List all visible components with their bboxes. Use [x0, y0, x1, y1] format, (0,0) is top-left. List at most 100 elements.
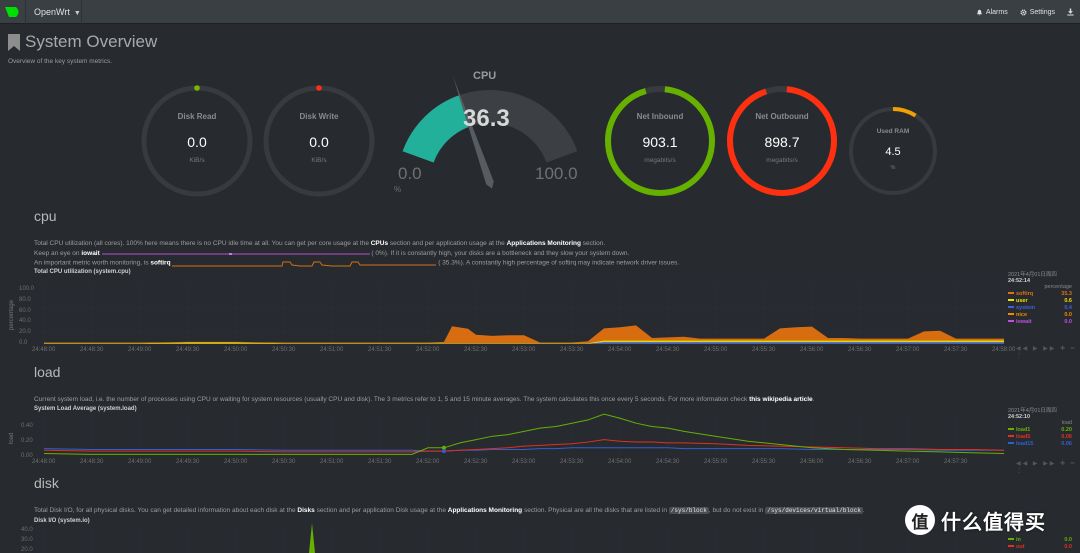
desc-text: section. Physical are all the disks that…: [522, 507, 669, 514]
x-tick: 24:56:00: [800, 347, 824, 353]
desc-text: .: [812, 396, 815, 403]
disk-read-unit: KiB/s: [189, 157, 205, 164]
x-tick: 24:53:00: [512, 347, 536, 353]
x-tick: 24:57:30: [944, 347, 968, 353]
disk-write-indicator: [316, 85, 322, 91]
x-tick: 24:54:00: [608, 347, 632, 353]
x-tick: 24:58:00: [992, 347, 1016, 353]
cpu-y-axis-label: percentage: [9, 299, 15, 330]
y-tick: 40.0: [19, 318, 31, 325]
y-tick: 60.0: [19, 307, 31, 314]
disk-chart[interactable]: [35, 523, 1005, 553]
x-tick: 24:54:00: [608, 459, 632, 465]
watermark: 值 什么值得买: [905, 505, 1046, 535]
legend-item-in[interactable]: in 0.0: [1008, 536, 1072, 543]
iowait-description: Keep an eye on iowait ( 0%). If it is co…: [34, 250, 629, 257]
legend-date: 2021年4月01日周四: [1008, 408, 1057, 414]
page-title: System Overview: [25, 32, 158, 51]
x-tick: 24:57:00: [896, 459, 920, 465]
legend-item-load5[interactable]: load5 0.06: [1008, 433, 1072, 440]
used-ram-unit: %: [890, 165, 896, 171]
legend-label: nice: [1008, 312, 1027, 318]
legend-item-load15[interactable]: load15 0.06: [1008, 440, 1072, 447]
legend-item-out[interactable]: out 0.0: [1008, 543, 1072, 550]
legend-item-user[interactable]: user 0.6: [1008, 297, 1072, 304]
net-inbound-value: 903.1: [642, 134, 678, 150]
net-outbound-unit: megabits/s: [766, 157, 798, 164]
load-y-axis-label: load: [9, 432, 15, 444]
applications-monitoring-link[interactable]: Applications Monitoring: [448, 507, 522, 514]
legend-value: 0.4: [1064, 304, 1072, 311]
disks-link[interactable]: Disks: [297, 507, 314, 514]
legend-label: load15: [1008, 441, 1033, 447]
y-tick: 80.0: [19, 296, 31, 303]
page-header: System Overview: [8, 32, 157, 52]
sys-virtual-block-path: /sys/devices/virtual/block: [765, 507, 863, 514]
top-navbar: OpenWrt ▼ Alarms Settings: [0, 0, 1080, 24]
legend-label: system: [1008, 305, 1035, 311]
used-ram-gauge[interactable]: Used RAM 4.5 %: [848, 106, 938, 196]
net-outbound-gauge[interactable]: Net Outbound 898.7 megabits/s: [725, 84, 839, 198]
load-legend: 2021年4月01日周四 24:52:10 load load1 0.20 load…: [1008, 406, 1072, 447]
y-tick: 20.0: [21, 547, 33, 553]
bookmark-icon: [8, 33, 20, 51]
watermark-text: 什么值得买: [941, 511, 1046, 534]
legend-value: 0.0: [1064, 318, 1072, 325]
openwrt-logo[interactable]: [0, 0, 26, 24]
desc-text: An important metric worth monitoring, is: [34, 259, 151, 267]
cpu-min: 0.0: [398, 164, 422, 183]
legend-label: in: [1008, 537, 1021, 543]
cpu-chart[interactable]: [35, 284, 1005, 344]
net-inbound-gauge[interactable]: Net Inbound 903.1 megabits/s: [603, 84, 717, 198]
disk-legend: in 0.0 out 0.0: [1008, 536, 1072, 550]
legend-value: 0.06: [1061, 440, 1072, 447]
disk-description: Total Disk I/O, for all physical disks. …: [34, 507, 865, 514]
x-tick: 24:51:00: [320, 347, 344, 353]
iowait-label: iowait: [81, 250, 100, 257]
x-tick: 24:50:00: [224, 459, 248, 465]
settings-button[interactable]: Settings: [1014, 0, 1061, 24]
legend-item-iowait[interactable]: iowait 0.0: [1008, 318, 1072, 325]
softirq-label: softirq: [150, 259, 171, 267]
legend-item-softirq[interactable]: softirq 35.3: [1008, 290, 1072, 297]
legend-label: load5: [1008, 434, 1030, 440]
x-tick: 24:49:00: [128, 347, 152, 353]
wikipedia-link[interactable]: this wikipedia article: [749, 396, 813, 403]
cpu-gauge[interactable]: CPU 36.3 0.0 100.0 %: [385, 65, 595, 200]
legend-item-load1[interactable]: load1 0.20: [1008, 426, 1072, 433]
applications-monitoring-link[interactable]: Applications Monitoring: [507, 240, 581, 247]
net-outbound-label: Net Outbound: [755, 112, 809, 121]
brand-label: OpenWrt: [34, 7, 70, 17]
brand-dropdown[interactable]: OpenWrt ▼: [26, 0, 82, 24]
disk-write-unit: KiB/s: [311, 157, 327, 164]
x-tick: 24:57:00: [896, 347, 920, 353]
x-tick: 24:48:30: [80, 347, 104, 353]
disk-read-gauge[interactable]: Disk Read 0.0 KiB/s: [140, 84, 254, 198]
legend-value: 0.20: [1061, 426, 1072, 433]
legend-label: softirq: [1008, 291, 1033, 297]
legend-value: 0.6: [1064, 297, 1072, 304]
x-tick: 24:50:30: [272, 347, 296, 353]
cpu-chart-controls[interactable]: ◀◀ ▶ ▶▶ ✚ ━ ⋮: [1016, 345, 1080, 359]
legend-item-system[interactable]: system 0.4: [1008, 304, 1072, 311]
disk-series-in: [309, 523, 315, 553]
desc-text: section.: [581, 240, 606, 247]
load-chart-controls[interactable]: ◀◀ ▶ ▶▶ ✚ ━ ⋮: [1016, 460, 1080, 474]
alarms-button[interactable]: Alarms: [970, 0, 1014, 24]
legend-item-nice[interactable]: nice 0.0: [1008, 311, 1072, 318]
x-tick: 24:52:00: [416, 347, 440, 353]
x-tick: 24:48:00: [32, 459, 56, 465]
download-button[interactable]: [1061, 0, 1080, 24]
legend-value: 0.0: [1064, 311, 1072, 318]
x-tick: 24:50:30: [272, 459, 296, 465]
legend-value: 35.3: [1061, 290, 1072, 297]
load15-marker: [442, 449, 446, 454]
disk-write-gauge[interactable]: Disk Write 0.0 KiB/s: [262, 84, 376, 198]
x-tick: 24:51:30: [368, 347, 392, 353]
y-tick: 20.0: [19, 329, 31, 336]
net-inbound-unit: megabits/s: [644, 157, 676, 164]
load-chart[interactable]: [35, 413, 1005, 458]
iowait-sparkline: [101, 253, 370, 256]
legend-label: user: [1008, 298, 1028, 304]
cpus-link[interactable]: CPUs: [371, 240, 388, 247]
